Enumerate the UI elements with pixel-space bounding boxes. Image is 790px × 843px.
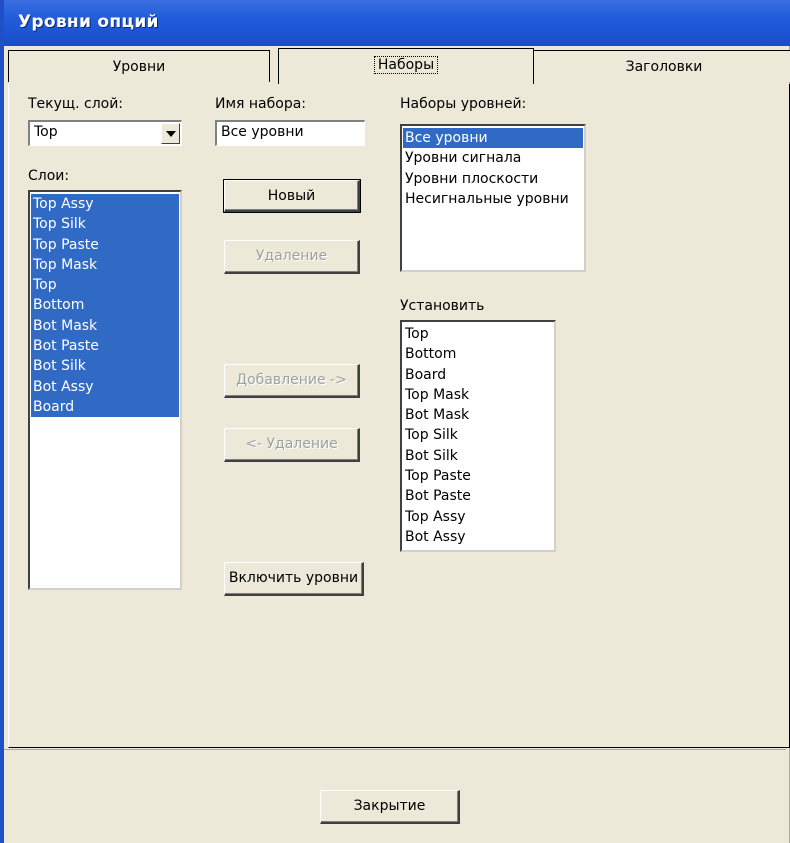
- list-item[interactable]: Bot Mask: [403, 405, 553, 425]
- list-item[interactable]: Несигнальные уровни: [403, 189, 583, 209]
- close-button[interactable]: Закрытие: [320, 790, 460, 824]
- list-item[interactable]: Top Assy: [403, 507, 553, 527]
- window-title: Уровни опций: [18, 12, 159, 32]
- tab-levels[interactable]: Уровни: [8, 50, 270, 82]
- level-sets-listbox[interactable]: Все уровни Уровни сигнала Уровни плоскости…: [400, 124, 586, 272]
- list-item[interactable]: Bot Assy: [403, 527, 553, 547]
- tab-sets[interactable]: Наборы: [278, 48, 534, 84]
- title-bar[interactable]: Уровни опций: [0, 0, 790, 46]
- include-levels-button[interactable]: Включить уровни: [224, 562, 364, 596]
- tab-headers[interactable]: Заголовки: [532, 50, 790, 82]
- list-item[interactable]: Bot Paste: [403, 486, 553, 506]
- install-label: Установить: [400, 298, 485, 314]
- current-layer-combo[interactable]: Top: [28, 120, 182, 146]
- list-item[interactable]: Уровни сигнала: [403, 148, 583, 168]
- delete-set-button[interactable]: Удаление: [224, 240, 360, 274]
- add-layer-button[interactable]: Добавление ->: [224, 364, 360, 398]
- tab-levels-label: Уровни: [112, 59, 166, 75]
- list-item[interactable]: Bot Paste: [31, 336, 179, 357]
- layers-label: Слои:: [28, 168, 70, 184]
- list-item[interactable]: Bot Assy: [31, 376, 179, 397]
- list-item[interactable]: Top Silk: [403, 425, 553, 445]
- list-item[interactable]: Top Mask: [403, 385, 553, 405]
- chevron-down-icon[interactable]: [161, 123, 180, 144]
- list-item[interactable]: Board: [403, 365, 553, 385]
- list-item[interactable]: Bot Mask: [31, 315, 179, 337]
- list-item[interactable]: Top: [31, 275, 179, 296]
- set-name-input[interactable]: Все уровни: [215, 120, 365, 146]
- current-layer-label: Текущ. слой:: [28, 96, 124, 112]
- list-item[interactable]: Уровни плоскости: [403, 169, 583, 189]
- window-frame-left: [0, 46, 4, 843]
- set-name-label: Имя набора:: [215, 96, 307, 112]
- list-item[interactable]: Bottom: [403, 344, 553, 364]
- list-item[interactable]: Top Mask: [31, 254, 179, 276]
- separator: [4, 749, 786, 750]
- list-item[interactable]: Bot Silk: [31, 356, 179, 377]
- tab-strip: Уровни Заголовки Наборы: [8, 48, 790, 84]
- list-item[interactable]: Все уровни: [403, 128, 583, 149]
- list-item[interactable]: Board: [31, 396, 179, 418]
- current-layer-value: Top: [34, 124, 58, 140]
- remove-layer-button[interactable]: <- Удаление: [224, 428, 360, 462]
- list-item[interactable]: Bottom: [31, 295, 179, 316]
- tab-headers-label: Заголовки: [625, 59, 703, 75]
- tab-sets-label: Наборы: [373, 56, 439, 74]
- set-name-value: Все уровни: [221, 124, 304, 140]
- install-listbox[interactable]: Top Bottom Board Top Mask Bot Mask Top Silk Bo…: [400, 320, 556, 552]
- list-item[interactable]: Bot Silk: [403, 446, 553, 466]
- list-item[interactable]: Top Paste: [403, 466, 553, 486]
- list-item[interactable]: Top: [403, 324, 553, 344]
- list-item[interactable]: Top Silk: [31, 214, 179, 235]
- list-item[interactable]: Top Paste: [31, 234, 179, 255]
- new-set-button[interactable]: Новый: [223, 179, 361, 213]
- layers-listbox[interactable]: Top Assy Top Silk Top Paste Top Mask Top Bott…: [28, 190, 182, 590]
- level-sets-label: Наборы уровней:: [400, 96, 527, 112]
- list-item[interactable]: Top Assy: [31, 194, 179, 215]
